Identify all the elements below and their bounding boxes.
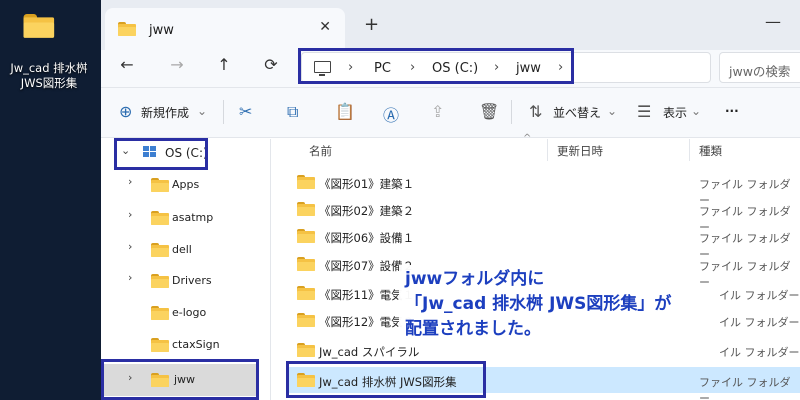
title-bar: jww ✕ + —: [101, 0, 800, 50]
chevron-right-icon[interactable]: ›: [128, 240, 132, 253]
cut-icon[interactable]: ✂: [239, 102, 252, 121]
folder-icon: [297, 343, 315, 357]
new-tab-button[interactable]: +: [364, 14, 379, 35]
sort-icon: ⇅: [529, 102, 543, 121]
folder-icon: [297, 257, 315, 271]
highlight-drive: [114, 138, 208, 170]
view-icon: ☰: [637, 102, 652, 121]
annotation-callout: jwwフォルダ内に 「Jw_cad 排水桝 JWS図形集」が 配置されました。: [399, 265, 678, 344]
file-type: イル フォルダー: [719, 316, 800, 329]
file-row[interactable]: 《図形06》設備１ ファイル フォルダー: [281, 223, 800, 261]
command-toolbar: ⊕ 新規作成 ⌄ ✂ ⧉ 📋 Ⓐ ⇪ 🗑 ⇅ 並べ替え ⌄ ☰ 表示 ⌄ ···: [101, 88, 800, 138]
desktop-folder-icon[interactable]: Jw_cad 排水桝 JWS図形集: [2, 8, 96, 91]
folder-icon: [151, 243, 169, 257]
search-box[interactable]: jwwの検索: [719, 52, 800, 83]
close-tab-icon[interactable]: ✕: [319, 19, 331, 35]
folder-icon: [151, 338, 169, 352]
chevron-down-icon: ⌄: [691, 104, 702, 118]
file-name: 《図形06》設備１: [319, 231, 415, 245]
search-placeholder: jwwの検索: [729, 64, 791, 79]
up-button[interactable]: ↑: [212, 55, 236, 74]
chevron-right-icon[interactable]: ›: [128, 208, 132, 221]
nav-label: e-logo: [172, 306, 207, 319]
column-divider: [547, 139, 548, 161]
file-name: 《図形01》建築１: [319, 177, 415, 191]
folder-icon: [118, 22, 136, 36]
nav-label: asatmp: [172, 211, 214, 224]
file-row[interactable]: 《図形01》建築１ ファイル フォルダー: [281, 169, 800, 207]
highlight-new-folder: [286, 361, 486, 398]
file-name: 《図形02》建築２: [319, 204, 415, 218]
tab-jww[interactable]: jww ✕: [105, 8, 345, 50]
nav-label: ctaxSign: [172, 338, 220, 351]
chevron-down-icon: ⌄: [607, 104, 618, 118]
folder-icon: [297, 313, 315, 327]
desktop-icon-label-line2: JWS図形集: [20, 76, 78, 90]
paste-icon[interactable]: 📋: [335, 102, 355, 121]
column-header-type[interactable]: 種類: [699, 143, 722, 159]
file-row[interactable]: 《図形02》建築２ ファイル フォルダー: [281, 196, 800, 234]
file-type: イル フォルダー: [719, 346, 800, 359]
chevron-right-icon[interactable]: ›: [128, 175, 132, 188]
forward-button[interactable]: →: [165, 55, 189, 74]
sort-arrow-icon: ^: [523, 133, 532, 144]
nav-label: Drivers: [172, 274, 212, 287]
folder-icon: [151, 211, 169, 225]
chevron-right-icon[interactable]: ›: [128, 271, 132, 284]
refresh-button[interactable]: ⟳: [259, 55, 283, 74]
new-button[interactable]: 新規作成: [141, 104, 189, 121]
column-divider: [689, 139, 690, 161]
minimize-button[interactable]: —: [765, 12, 781, 31]
file-type: ファイル フォルダー: [699, 376, 791, 400]
explorer-window: jww ✕ + — ← → ↑ ⟳ › PC › OS (C:) › jww ›…: [101, 0, 800, 400]
nav-item-dell[interactable]: › dell: [101, 236, 261, 264]
column-header-name[interactable]: 名前: [309, 143, 332, 159]
nav-item-drivers[interactable]: › Drivers: [101, 267, 261, 295]
annotation-line1: jwwフォルダ内に: [405, 269, 545, 289]
annotation-line3: 配置されました。: [405, 319, 541, 339]
nav-item-apps[interactable]: › Apps: [101, 171, 261, 199]
copy-icon[interactable]: ⧉: [287, 102, 298, 122]
folder-icon: [297, 175, 315, 189]
highlight-address-bar: [298, 48, 574, 84]
nav-label: dell: [172, 243, 192, 256]
nav-item-elogo[interactable]: e-logo: [101, 299, 261, 327]
sort-button[interactable]: 並べ替え: [553, 104, 601, 121]
new-icon: ⊕: [119, 102, 133, 121]
delete-icon[interactable]: 🗑: [479, 102, 499, 121]
highlight-jww-folder: [101, 359, 259, 400]
file-name: Jw_cad スパイラル: [319, 345, 420, 359]
toolbar-divider: [223, 100, 224, 124]
folder-icon: [23, 14, 75, 55]
nav-item-ctaxsign[interactable]: ctaxSign: [101, 331, 261, 359]
column-header-date[interactable]: 更新日時: [557, 143, 603, 159]
nav-item-asatmp[interactable]: › asatmp: [101, 204, 261, 232]
chevron-down-icon: ⌄: [197, 104, 208, 118]
rename-icon[interactable]: Ⓐ: [383, 102, 399, 126]
folder-icon: [151, 178, 169, 192]
folder-icon: [151, 306, 169, 320]
folder-icon: [297, 229, 315, 243]
more-options-button[interactable]: ···: [725, 104, 739, 118]
nav-label: Apps: [172, 178, 200, 191]
folder-icon: [151, 274, 169, 288]
folder-icon: [297, 286, 315, 300]
desktop-icon-label-line1: Jw_cad 排水桝: [10, 61, 88, 75]
view-button[interactable]: 表示: [663, 104, 687, 121]
folder-icon: [297, 202, 315, 216]
back-button[interactable]: ←: [115, 55, 139, 74]
annotation-line2: 「Jw_cad 排水桝 JWS図形集」が: [405, 294, 672, 314]
toolbar-divider: [511, 100, 512, 124]
tab-title: jww: [149, 23, 174, 38]
file-type: イル フォルダー: [719, 289, 800, 302]
share-icon[interactable]: ⇪: [431, 102, 444, 121]
